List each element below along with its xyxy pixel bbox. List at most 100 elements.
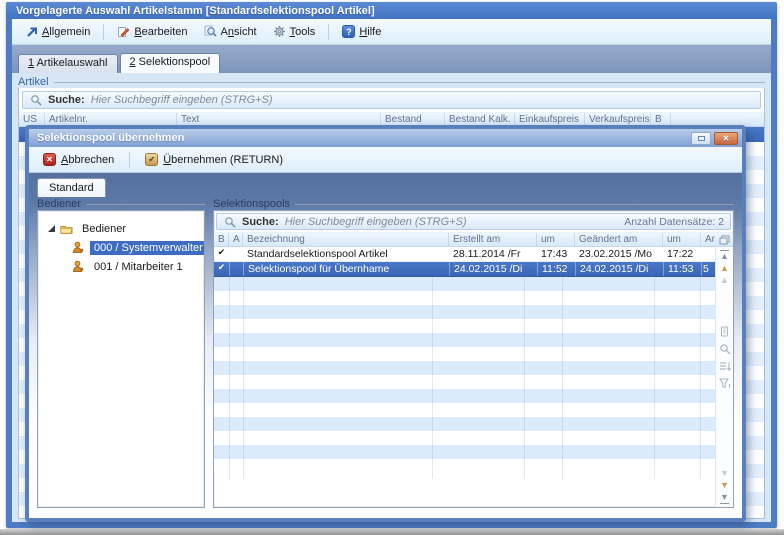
tree-item-label[interactable]: 000 / Systemverwalter (90, 241, 205, 255)
col-geaendert-am[interactable]: Geändert am (575, 233, 663, 246)
menu-allgemein-label: Allgemein (42, 26, 90, 38)
folder-icon (60, 222, 73, 235)
col-um-1[interactable]: um (537, 233, 575, 246)
dialog-titlebar: Selektionspool übernehmen ✕ (29, 129, 742, 147)
cell-an (701, 247, 715, 261)
screen: Vorgelagerte Auswahl Artikelstamm [Stand… (0, 0, 784, 535)
arrow-up-right-icon (25, 25, 38, 38)
bediener-tree: Bediener 000 / Systemverwalter (38, 211, 204, 284)
menu-bearbeiten-label: Bearbeiten (134, 26, 187, 38)
filter-icon[interactable] (719, 378, 731, 389)
menu-tools[interactable]: Tools (266, 23, 323, 40)
col-an[interactable]: An (701, 233, 715, 246)
pools-grid-body: ✔ Standardselektionspool Artikel 28.11.2… (214, 247, 715, 507)
page-down-icon[interactable]: ▼ (720, 468, 729, 479)
pools-search-bar[interactable]: Suche: Hier Suchbegriff eingeben (STRG+S… (216, 213, 731, 230)
scroll-down-icon[interactable]: ▼ (720, 480, 729, 491)
selektionspools-group-label: Selektionspools (213, 197, 734, 210)
search-placeholder: Hier Suchbegriff eingeben (STRG+S) (285, 216, 467, 228)
abbrechen-label: Abbrechen (61, 154, 114, 166)
tree-root-label[interactable]: Bediener (78, 222, 130, 236)
tab-artikelauswahl[interactable]: 1 Artikelauswahl (18, 54, 118, 73)
help-icon: ? (342, 25, 355, 38)
user-icon (72, 260, 85, 273)
artikel-search-bar[interactable]: Suche: Hier Suchbegriff eingeben (STRG+S… (22, 91, 761, 109)
grid-line (764, 142, 765, 518)
sort-icon[interactable] (719, 361, 731, 372)
dialog-toolbar: ✕ Abbrechen ✔ Übernehmen (RETURN) (29, 147, 742, 173)
pools-empty-rows[interactable] (214, 277, 715, 473)
edit-pen-icon (117, 25, 130, 38)
col-um-2[interactable]: um (663, 233, 701, 246)
navigator-middle-group (719, 326, 731, 389)
search-icon (223, 215, 236, 228)
uebernehmen-button[interactable]: ✔ Übernehmen (RETURN) (139, 151, 289, 168)
page-up-icon[interactable]: ▲ (720, 275, 729, 286)
cell-erstellt-am: 28.11.2014 /Fr (449, 247, 537, 261)
column-chooser-icon (719, 235, 730, 245)
bediener-group-label: Bediener (37, 197, 205, 210)
tree-item-label[interactable]: 001 / Mitarbeiter 1 (90, 260, 187, 274)
cell-a (229, 262, 243, 276)
search-icon (29, 94, 42, 107)
scroll-to-bottom-icon[interactable]: ▼ (720, 492, 729, 504)
scroll-to-top-icon[interactable]: ▲ (720, 250, 729, 262)
cell-um-1: 17:43 (537, 247, 575, 261)
selektionspools-panel: Selektionspools Suche: Hier Suchbegriff … (213, 197, 734, 508)
dialog-window-buttons: ✕ (691, 132, 738, 145)
col-b[interactable]: B (214, 233, 229, 246)
abbrechen-button[interactable]: ✕ Abbrechen (37, 151, 120, 168)
restore-button[interactable] (691, 132, 711, 145)
cell-an: 5 (701, 262, 715, 276)
pools-grid-header: B A Bezeichnung Erstellt am um Geändert … (214, 232, 733, 247)
cell-b: ✔ (214, 262, 229, 276)
scroll-up-icon[interactable]: ▲ (720, 263, 729, 274)
tab-standard[interactable]: Standard (37, 178, 106, 197)
tree-item-mitarbeiter1[interactable]: 001 / Mitarbeiter 1 (42, 257, 200, 276)
tree-expander-icon[interactable] (48, 225, 55, 232)
cancel-icon: ✕ (43, 153, 56, 166)
main-tabstrip: 1 Artikelauswahl 2 Selektionspool (12, 45, 771, 73)
col-bezeichnung[interactable]: Bezeichnung (243, 233, 449, 246)
selektionspool-dialog: Selektionspool übernehmen ✕ ✕ Abbrechen … (25, 125, 746, 522)
search-label: Suche: (242, 216, 279, 228)
navigator-top-group: ▲ ▲ ▲ (720, 250, 729, 286)
menu-bearbeiten[interactable]: Bearbeiten (110, 23, 194, 40)
artikel-group-label: Artikel (18, 76, 765, 88)
find-icon[interactable] (719, 343, 731, 355)
dialog-panels: Bediener Bediener (37, 197, 734, 508)
pools-grid: B A Bezeichnung Erstellt am um Geändert … (214, 232, 733, 507)
tree-node-bediener[interactable]: Bediener (42, 219, 200, 238)
card-view-icon[interactable] (719, 326, 730, 337)
cell-b: ✔ (214, 247, 229, 261)
menu-ansicht[interactable]: Ansicht (197, 23, 264, 40)
cell-bezeichnung: Standardselektionspool Artikel (243, 247, 449, 261)
cell-geaendert-am: 24.02.2015 /Di (575, 262, 663, 276)
tab-selektionspool[interactable]: 2 Selektionspool (120, 53, 221, 73)
magnifier-icon (204, 25, 217, 38)
dialog-title: Selektionspool übernehmen (37, 132, 184, 144)
search-label: Suche: (48, 94, 85, 106)
tree-item-systemverwalter[interactable]: 000 / Systemverwalter (42, 238, 200, 257)
menu-hilfe[interactable]: ? Hilfe (335, 23, 388, 40)
search-placeholder: Hier Suchbegriff eingeben (STRG+S) (91, 94, 273, 106)
col-a[interactable]: A (229, 233, 243, 246)
col-erstellt-am[interactable]: Erstellt am (449, 233, 537, 246)
uebernehmen-icon: ✔ (145, 153, 158, 166)
menu-separator (328, 24, 329, 40)
table-row[interactable]: ✔ Standardselektionspool Artikel 28.11.2… (214, 247, 715, 262)
cell-erstellt-am: 24.02.2015 /Di (449, 262, 537, 276)
dialog-client-area: Standard Bediener (29, 173, 742, 518)
window-bottom-edge (0, 529, 784, 535)
menu-allgemein[interactable]: Allgemein (18, 23, 97, 40)
record-count: Anzahl Datensätze: 2 (624, 216, 724, 228)
close-button[interactable]: ✕ (714, 132, 738, 145)
cell-um-2: 17:22 (663, 247, 701, 261)
cell-geaendert-am: 23.02.2015 /Mo (575, 247, 663, 261)
bediener-tree-box: Bediener 000 / Systemverwalter (37, 210, 205, 508)
menu-hilfe-label: Hilfe (359, 26, 381, 38)
column-chooser-button[interactable] (715, 233, 733, 246)
bediener-panel: Bediener Bediener (37, 197, 205, 508)
table-row-selected[interactable]: ✔ Selektionspool für Übernhame 24.02.201… (214, 262, 715, 277)
grid-navigator: ▲ ▲ ▲ (715, 247, 733, 507)
